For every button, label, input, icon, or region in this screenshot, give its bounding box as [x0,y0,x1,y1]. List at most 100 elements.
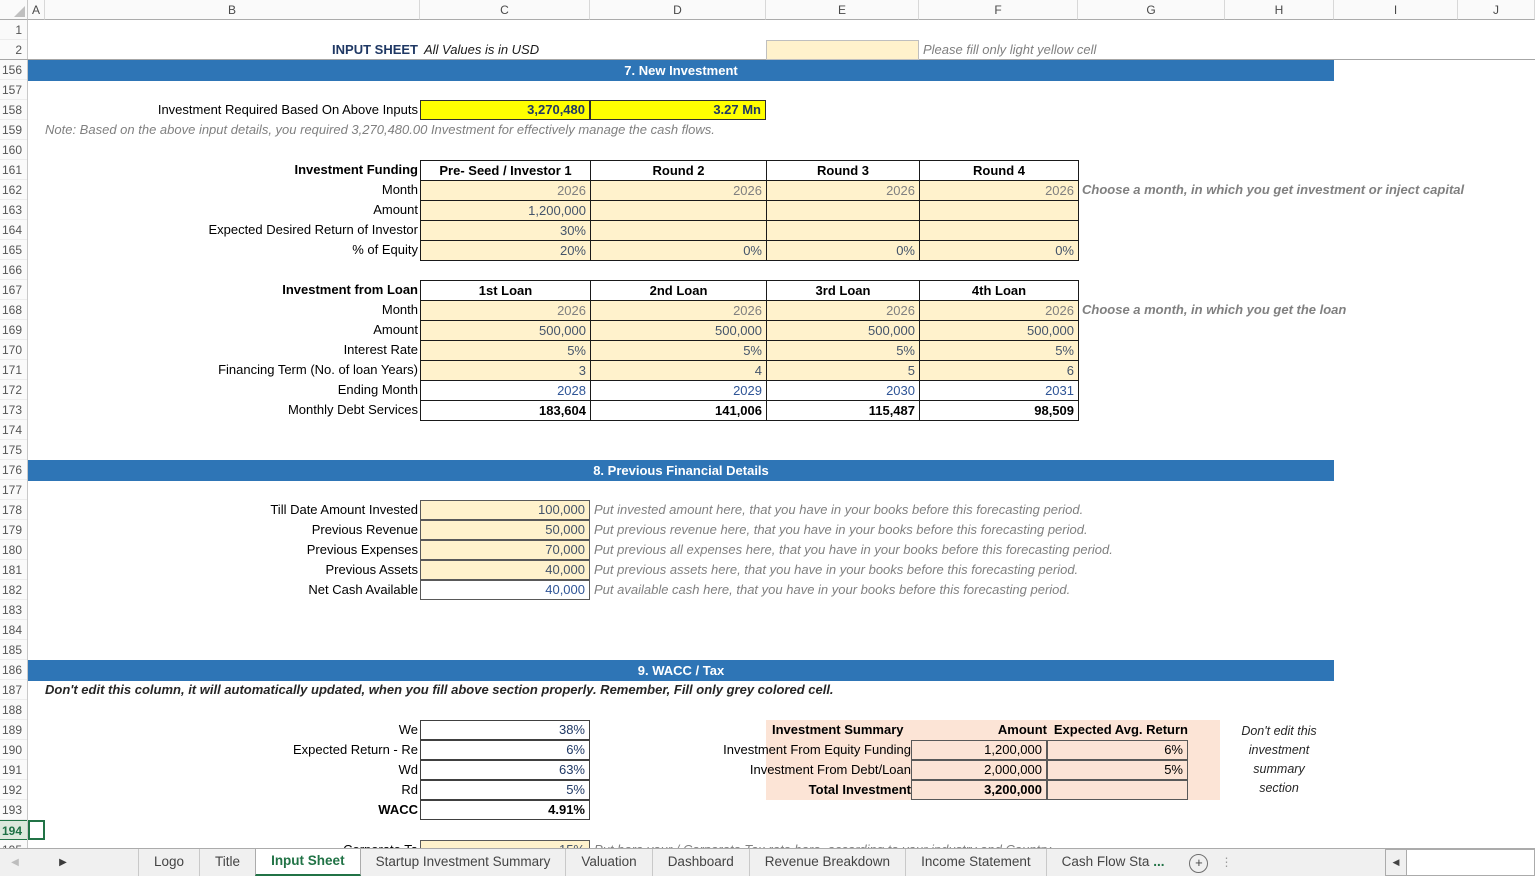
tabs-scroll-left-icon[interactable]: ◀ [0,849,30,876]
funding-return-cell[interactable] [920,221,1079,241]
row-number[interactable]: 195 [0,840,27,848]
row-number[interactable]: 165 [0,240,27,260]
row-number[interactable]: 189 [0,720,27,740]
row-number[interactable]: 158 [0,100,27,120]
row-number[interactable]: 157 [0,80,27,100]
tabs-scroll-right-icon[interactable]: ▶ [48,849,78,876]
active-cell-selection[interactable] [28,820,45,840]
row-number[interactable]: 177 [0,480,27,500]
loan-term-cell[interactable]: 4 [591,361,767,381]
tab-input-sheet[interactable]: Input Sheet [255,849,361,876]
summary-equity-return-cell[interactable]: 6% [1047,740,1188,760]
rd-cell[interactable]: 5% [420,780,590,800]
loan-debt-service-cell[interactable]: 98,509 [920,401,1079,421]
row-number[interactable]: 186 [0,660,27,680]
tab-dashboard[interactable]: Dashboard [652,849,749,876]
row-number[interactable]: 193 [0,800,27,820]
investment-required-mn-cell[interactable]: 3.27 Mn [590,100,766,120]
loan-month-cell[interactable]: 2026 [421,301,591,321]
tab-income-statement[interactable]: Income Statement [905,849,1046,876]
tab-startup-investment-summary[interactable]: Startup Investment Summary [361,849,566,876]
row-number[interactable]: 187 [0,680,27,700]
col-header-D[interactable]: D [590,0,766,20]
row-number[interactable]: 182 [0,580,27,600]
funding-return-cell[interactable] [767,221,920,241]
row-number[interactable]: 191 [0,760,27,780]
hscroll-left-arrow-icon[interactable]: ◀ [1385,849,1407,876]
loan-amount-cell[interactable]: 500,000 [920,321,1079,341]
horizontal-scrollbar[interactable]: ◀ [1385,849,1535,876]
funding-equity-cell[interactable]: 0% [767,241,920,261]
row-number[interactable]: 176 [0,460,27,480]
summary-total-amount-cell[interactable]: 3,200,000 [911,780,1047,800]
row-number[interactable]: 188 [0,700,27,720]
loan-debt-service-cell[interactable]: 141,006 [591,401,767,421]
funding-month-cell[interactable]: 2026 [920,181,1079,201]
loan-amount-cell[interactable]: 500,000 [591,321,767,341]
col-header-B[interactable]: B [45,0,420,20]
loan-interest-cell[interactable]: 5% [767,341,920,361]
col-header-F[interactable]: F [919,0,1078,20]
row-number[interactable]: 166 [0,260,27,280]
summary-equity-amount-cell[interactable]: 1,200,000 [911,740,1047,760]
col-header-J[interactable]: J [1458,0,1535,20]
funding-return-cell[interactable]: 30% [421,221,591,241]
funding-month-cell[interactable]: 2026 [767,181,920,201]
funding-month-cell[interactable]: 2026 [421,181,591,201]
tab-logo[interactable]: Logo [138,849,199,876]
new-sheet-icon[interactable]: + [1189,854,1208,873]
summary-debt-amount-cell[interactable]: 2,000,000 [911,760,1047,780]
row-number[interactable]: 181 [0,560,27,580]
row-number[interactable]: 164 [0,220,27,240]
row-number[interactable]: 174 [0,420,27,440]
sample-fill-cell[interactable] [766,40,919,60]
loan-term-cell[interactable]: 6 [920,361,1079,381]
row-number[interactable]: 1 [0,20,27,40]
row-number[interactable]: 167 [0,280,27,300]
tab-cash-flow-statement[interactable]: Cash Flow Sta ... [1046,849,1180,876]
select-all-corner[interactable] [0,0,28,20]
wacc-cell[interactable]: 4.91% [420,800,590,820]
row-number[interactable]: 161 [0,160,27,180]
hscroll-track[interactable] [1407,849,1535,876]
row-number[interactable]: 192 [0,780,27,800]
loan-ending-cell[interactable]: 2030 [767,381,920,401]
loan-month-cell[interactable]: 2026 [920,301,1079,321]
loan-amount-cell[interactable]: 500,000 [767,321,920,341]
row-number[interactable]: 180 [0,540,27,560]
tab-valuation[interactable]: Valuation [565,849,651,876]
row-number[interactable]: 172 [0,380,27,400]
loan-interest-cell[interactable]: 5% [920,341,1079,361]
summary-total-return-cell[interactable] [1047,780,1188,800]
loan-term-cell[interactable]: 5 [767,361,920,381]
loan-month-cell[interactable]: 2026 [767,301,920,321]
row-number[interactable]: 160 [0,140,27,160]
row-number[interactable]: 170 [0,340,27,360]
col-header-G[interactable]: G [1078,0,1225,20]
funding-equity-cell[interactable]: 20% [421,241,591,261]
funding-return-cell[interactable] [591,221,767,241]
summary-debt-return-cell[interactable]: 5% [1047,760,1188,780]
tab-options-dots-icon[interactable]: ⋮ [1220,849,1232,876]
col-header-C[interactable]: C [420,0,590,20]
col-header-A[interactable]: A [28,0,45,20]
row-number[interactable]: 173 [0,400,27,420]
col-header-H[interactable]: H [1225,0,1334,20]
loan-interest-cell[interactable]: 5% [421,341,591,361]
loan-term-cell[interactable]: 3 [421,361,591,381]
funding-amount-cell[interactable] [591,201,767,221]
funding-amount-cell[interactable] [767,201,920,221]
tab-title[interactable]: Title [199,849,255,876]
row-number[interactable]: 169 [0,320,27,340]
investment-required-amount-cell[interactable]: 3,270,480 [420,100,590,120]
row-number[interactable]: 185 [0,640,27,660]
loan-ending-cell[interactable]: 2029 [591,381,767,401]
funding-equity-cell[interactable]: 0% [591,241,767,261]
loan-amount-cell[interactable]: 500,000 [421,321,591,341]
loan-ending-cell[interactable]: 2028 [421,381,591,401]
row-number[interactable]: 184 [0,620,27,640]
row-number[interactable]: 175 [0,440,27,460]
prev-expenses-cell[interactable]: 70,000 [420,540,590,560]
loan-month-cell[interactable]: 2026 [591,301,767,321]
col-header-I[interactable]: I [1334,0,1458,20]
